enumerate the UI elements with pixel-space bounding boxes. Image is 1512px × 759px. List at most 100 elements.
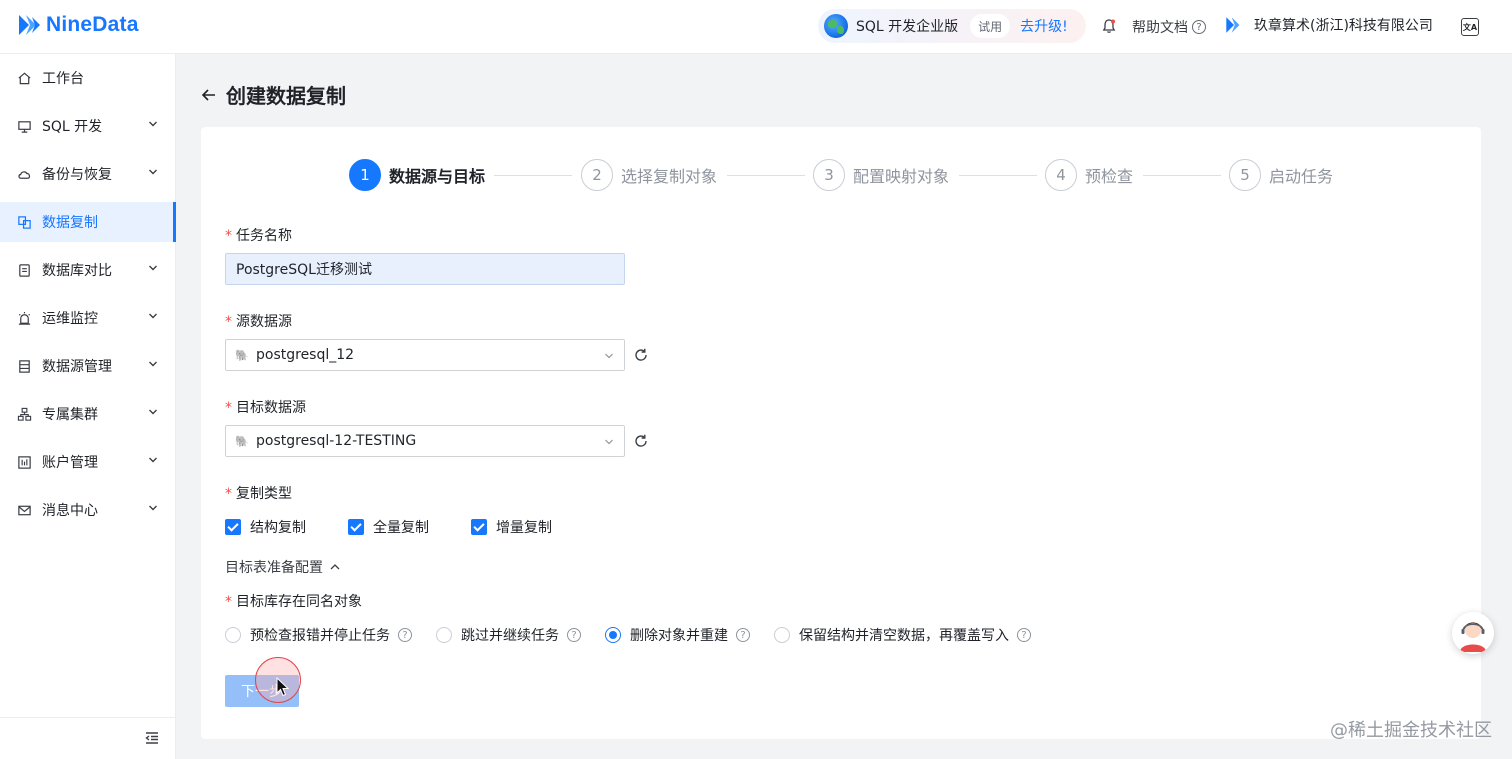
chevron-down-icon — [149, 409, 157, 415]
sidebar-item-label: 数据库对比 — [42, 263, 112, 279]
sidebar-item-datasource[interactable]: 数据源管理 — [0, 346, 176, 386]
incremental-copy-checkbox[interactable]: 增量复制 — [471, 517, 552, 537]
page-header: 创建数据复制 — [200, 80, 346, 109]
cluster-icon — [16, 406, 32, 422]
monitor-icon — [16, 118, 32, 134]
radio-unchecked[interactable] — [225, 627, 241, 643]
chevron-down-icon — [149, 505, 157, 511]
postgresql-icon: 🐘 — [235, 348, 249, 362]
target-select[interactable]: 🐘 postgresql-12-TESTING — [225, 425, 625, 457]
radio-unchecked[interactable] — [774, 627, 790, 643]
radio-drop-recreate[interactable]: 删除对象并重建 ? — [605, 625, 750, 645]
mouse-cursor-icon — [276, 677, 290, 697]
chevron-down-icon — [149, 313, 157, 319]
checkbox-checked[interactable] — [471, 519, 487, 535]
step-number: 5 — [1229, 159, 1261, 191]
brand-name: NineData — [46, 13, 139, 36]
chevron-down-icon — [149, 121, 157, 127]
step-label: 配置映射对象 — [853, 167, 950, 186]
chevron-down-icon — [149, 169, 157, 175]
checkbox-checked[interactable] — [225, 519, 241, 535]
step-number: 3 — [813, 159, 845, 191]
chevron-down-icon — [149, 457, 157, 463]
support-agent-button[interactable] — [1452, 612, 1494, 654]
alarm-icon — [16, 310, 32, 326]
task-name-input[interactable]: PostgreSQL迁移测试 — [225, 253, 625, 285]
radio-checked[interactable] — [605, 627, 621, 643]
home-icon — [16, 70, 32, 86]
copy-type-group: 结构复制 全量复制 增量复制 — [225, 517, 594, 537]
refresh-icon[interactable] — [633, 347, 649, 363]
translate-icon[interactable]: 文A — [1461, 18, 1479, 36]
globe-icon — [824, 14, 848, 38]
top-header: NineData SQL 开发企业版 试用 去升级! 帮助文档 ? 玖章算术(浙… — [0, 0, 1512, 54]
question-icon[interactable]: ? — [1017, 628, 1031, 642]
sidebar-item-sql-dev[interactable]: SQL 开发 — [0, 106, 176, 146]
question-icon: ? — [1192, 20, 1206, 34]
radio-skip-continue[interactable]: 跳过并继续任务 ? — [436, 625, 581, 645]
sidebar-item-label: 备份与恢复 — [42, 167, 112, 183]
refresh-icon[interactable] — [633, 433, 649, 449]
chevron-down-icon — [605, 439, 613, 445]
step-number: 4 — [1045, 159, 1077, 191]
chevron-up-icon — [330, 564, 340, 570]
sidebar-item-label: 数据源管理 — [42, 359, 112, 375]
structure-copy-checkbox[interactable]: 结构复制 — [225, 517, 306, 537]
source-select[interactable]: 🐘 postgresql_12 — [225, 339, 625, 371]
org-name: 玖章算术(浙江)科技有限公司 — [1254, 18, 1433, 34]
sidebar-item-workbench[interactable]: 工作台 — [0, 58, 176, 98]
back-arrow-icon[interactable] — [200, 86, 218, 104]
edition-label: SQL 开发企业版 — [856, 19, 959, 35]
edition-banner[interactable]: SQL 开发企业版 试用 去升级! — [818, 9, 1086, 43]
cloud-backup-icon — [16, 166, 32, 182]
step-2: 2 选择复制对象 — [581, 159, 717, 191]
sidebar-item-label: 账户管理 — [42, 455, 98, 471]
collapse-sidebar-icon[interactable] — [144, 730, 160, 746]
brand-logo[interactable]: NineData — [16, 12, 139, 38]
sidebar-item-db-compare[interactable]: 数据库对比 — [0, 250, 176, 290]
task-name-label: * 任务名称 — [225, 228, 292, 244]
sidebar-item-cluster[interactable]: 专属集群 — [0, 394, 176, 434]
target-prep-toggle[interactable]: 目标表准备配置 — [225, 557, 341, 577]
step-label: 启动任务 — [1269, 167, 1334, 186]
question-icon[interactable]: ? — [567, 628, 581, 642]
conflict-label: * 目标库存在同名对象 — [225, 594, 362, 610]
sidebar-item-ops-monitor[interactable]: 运维监控 — [0, 298, 176, 338]
org-switcher[interactable]: 玖章算术(浙江)科技有限公司 — [1224, 15, 1433, 35]
step-label: 数据源与目标 — [389, 167, 486, 186]
step-number: 1 — [349, 159, 381, 191]
target-label: * 目标数据源 — [225, 400, 306, 416]
step-label: 预检查 — [1085, 167, 1134, 186]
step-indicator: 1 数据源与目标 2 选择复制对象 3 配置映射对象 4 预检查 5 启动任务 — [349, 159, 1339, 191]
checkbox-checked[interactable] — [348, 519, 364, 535]
step-connector — [959, 175, 1037, 176]
target-value: postgresql-12-TESTING — [256, 433, 417, 449]
help-docs-link[interactable]: 帮助文档 ? — [1132, 17, 1206, 37]
sidebar-item-data-replication[interactable]: 数据复制 — [0, 202, 176, 242]
help-docs-label: 帮助文档 — [1132, 20, 1188, 36]
sidebar-item-label: 数据复制 — [42, 215, 98, 231]
radio-unchecked[interactable] — [436, 627, 452, 643]
question-icon[interactable]: ? — [398, 628, 412, 642]
sidebar-item-backup[interactable]: 备份与恢复 — [0, 154, 176, 194]
replicate-icon — [16, 214, 32, 230]
postgresql-icon: 🐘 — [235, 434, 249, 448]
step-connector — [494, 175, 572, 176]
sidebar-item-account[interactable]: 账户管理 — [0, 442, 176, 482]
sidebar-item-messages[interactable]: 消息中心 — [0, 490, 176, 530]
question-icon[interactable]: ? — [736, 628, 750, 642]
chevron-down-icon — [149, 265, 157, 271]
account-icon — [16, 454, 32, 470]
compare-icon — [16, 262, 32, 278]
radio-precheck-stop[interactable]: 预检查报错并停止任务 ? — [225, 625, 412, 645]
mail-icon — [16, 502, 32, 518]
radio-keep-truncate[interactable]: 保留结构并清空数据，再覆盖写入 ? — [774, 625, 1031, 645]
upgrade-link[interactable]: 去升级! — [1020, 16, 1068, 36]
step-5: 5 启动任务 — [1229, 159, 1333, 191]
sidebar-item-label: 工作台 — [42, 71, 84, 87]
step-connector — [1143, 175, 1221, 176]
bell-icon[interactable] — [1101, 18, 1117, 34]
full-copy-checkbox[interactable]: 全量复制 — [348, 517, 429, 537]
chevron-down-icon — [605, 353, 613, 359]
sidebar-item-label: 运维监控 — [42, 311, 98, 327]
